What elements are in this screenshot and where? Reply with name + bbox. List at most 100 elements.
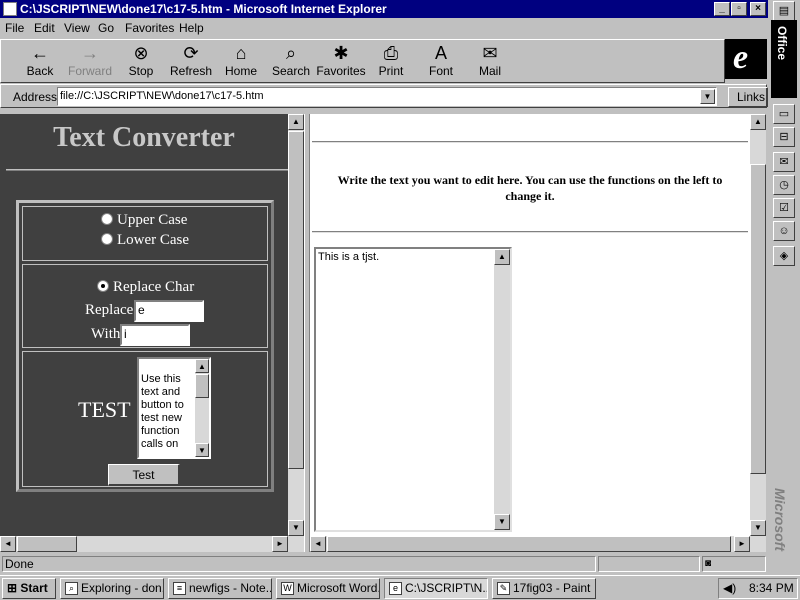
- forward-arrow-icon: →: [81, 43, 99, 63]
- task-icon[interactable]: ☑: [773, 198, 795, 218]
- word-icon: W: [281, 582, 294, 595]
- test-cell: TEST Use this text and button to test ne…: [22, 351, 268, 487]
- scroll-down-icon[interactable]: ▼: [494, 514, 510, 530]
- left-frame-hscrollbar[interactable]: ◄ ►: [0, 536, 304, 552]
- message-icon[interactable]: ✉: [773, 152, 795, 172]
- test-button[interactable]: Test: [108, 464, 180, 486]
- task-internet-explorer[interactable]: e C:\JSCRIPT\N...: [384, 578, 488, 599]
- test-textarea[interactable]: Use this text and button to test new fun…: [137, 357, 211, 459]
- scroll-up-icon[interactable]: ▲: [195, 359, 209, 373]
- mail-button[interactable]: ✉ Mail: [465, 42, 515, 82]
- refresh-button[interactable]: ⟳ Refresh: [166, 42, 216, 82]
- office-logo-text: Office: [775, 26, 789, 61]
- zone-panel: ◙: [702, 556, 766, 572]
- menu-go[interactable]: Go: [98, 21, 114, 35]
- window-title-bar[interactable]: C:\JSCRIPT\NEW\done17\c17-5.htm - Micros…: [0, 0, 768, 18]
- right-frame-scrollbar[interactable]: ▲ ▼: [750, 114, 766, 536]
- scroll-down-icon[interactable]: ▼: [195, 443, 209, 457]
- page-title: Text Converter: [53, 122, 235, 153]
- replace-input[interactable]: e: [134, 300, 204, 322]
- office-logo[interactable]: Office: [771, 20, 797, 98]
- printer-icon: ⎙: [383, 43, 399, 63]
- maximize-button[interactable]: ▫: [731, 2, 747, 16]
- left-frame-scrollbar[interactable]: ▲ ▼: [288, 114, 304, 536]
- replace-label: Replace: [85, 302, 134, 318]
- back-button[interactable]: ← Back: [15, 42, 65, 82]
- notebook-icon[interactable]: ◈: [773, 246, 795, 266]
- close-button[interactable]: ×: [750, 2, 766, 16]
- start-button[interactable]: ⊞ Start: [2, 578, 56, 599]
- search-icon: ⌕: [285, 43, 297, 63]
- minimize-button[interactable]: _: [714, 2, 730, 16]
- address-input[interactable]: file://C:\JSCRIPT\NEW\done17\c17-5.htm ▼: [57, 87, 717, 106]
- speaker-icon[interactable]: ◀): [723, 579, 736, 598]
- ie-logo-icon: e: [733, 39, 749, 76]
- task-word[interactable]: W Microsoft Word...: [276, 578, 380, 599]
- menu-view[interactable]: View: [64, 21, 90, 35]
- print-label: Print: [378, 64, 404, 78]
- lower-case-radio[interactable]: [101, 233, 113, 245]
- address-dropdown-arrow-icon[interactable]: ▼: [700, 89, 715, 104]
- scroll-down-icon[interactable]: ▼: [288, 520, 304, 536]
- print-button[interactable]: ⎙ Print: [366, 42, 416, 82]
- left-frame: Text Converter Upper Case Lower Case Rep…: [0, 114, 288, 536]
- with-input[interactable]: i: [120, 324, 190, 346]
- top-divider: [312, 141, 748, 143]
- scroll-right-icon[interactable]: ►: [272, 536, 288, 552]
- search-button[interactable]: ⌕ Search: [266, 42, 316, 82]
- scroll-right-icon[interactable]: ►: [734, 536, 750, 552]
- scroll-down-icon[interactable]: ▼: [750, 520, 766, 536]
- test-textarea-scrollbar[interactable]: ▲ ▼: [195, 359, 209, 457]
- explorer-icon: ⌕: [65, 582, 78, 595]
- home-icon: ⌂: [235, 43, 247, 63]
- menu-help[interactable]: Help: [179, 21, 204, 35]
- scroll-up-icon[interactable]: ▲: [288, 114, 304, 130]
- ie-icon: e: [389, 582, 402, 595]
- upper-case-radio[interactable]: [101, 213, 113, 225]
- scroll-thumb[interactable]: [288, 131, 304, 469]
- stop-button[interactable]: ⊗ Stop: [116, 42, 166, 82]
- menu-file[interactable]: File: [5, 21, 24, 35]
- scroll-thumb[interactable]: [750, 164, 766, 474]
- right-frame-hscrollbar[interactable]: ◄ ►: [310, 536, 766, 552]
- lower-case-option[interactable]: Lower Case: [101, 232, 189, 249]
- open-document-icon[interactable]: ⊟: [773, 127, 795, 147]
- forward-button[interactable]: → Forward: [65, 42, 115, 82]
- office-menu-icon[interactable]: ▤: [773, 1, 795, 21]
- new-document-icon[interactable]: ▭: [773, 104, 795, 124]
- contact-icon[interactable]: ☺: [773, 221, 795, 241]
- menu-edit[interactable]: Edit: [34, 21, 55, 35]
- stop-label: Stop: [128, 64, 154, 78]
- appointment-icon[interactable]: ◷: [773, 175, 795, 195]
- font-label: Font: [428, 64, 453, 78]
- microsoft-wordmark: Microsoft: [772, 488, 788, 551]
- task-exploring[interactable]: ⌕ Exploring - don...: [60, 578, 164, 599]
- replace-char-option[interactable]: Replace Char: [97, 279, 194, 296]
- task-paint[interactable]: ✎ 17fig03 - Paint: [492, 578, 596, 599]
- ie-app-icon[interactable]: [3, 2, 17, 16]
- office-shortcut-bar: ▤ Office ▭ ⊟ ✉ ◷ ☑ ☺ ◈ Microsoft: [768, 0, 800, 575]
- font-button[interactable]: A Font: [416, 42, 466, 82]
- zone-icon: ◙: [705, 558, 712, 569]
- replace-char-radio[interactable]: [97, 280, 109, 292]
- scroll-thumb[interactable]: [17, 536, 77, 552]
- scroll-left-icon[interactable]: ◄: [310, 536, 326, 552]
- scroll-thumb[interactable]: [195, 374, 209, 398]
- home-button[interactable]: ⌂ Home: [216, 42, 266, 82]
- replace-char-label: Replace Char: [113, 279, 195, 295]
- windows-logo-icon: ⊞: [7, 581, 18, 595]
- scroll-thumb[interactable]: [327, 536, 731, 552]
- links-button[interactable]: Links: [728, 87, 768, 107]
- right-frame: Write the text you want to edit here. Yo…: [310, 114, 750, 536]
- favorites-button[interactable]: ✱ Favorites: [316, 42, 366, 82]
- edit-textarea-scrollbar[interactable]: ▲ ▼: [494, 249, 510, 530]
- edit-textarea[interactable]: This is a tjst. ▲ ▼: [314, 247, 512, 532]
- with-label: With: [91, 326, 121, 342]
- upper-case-option[interactable]: Upper Case: [101, 212, 187, 229]
- menu-favorites[interactable]: Favorites: [125, 21, 174, 35]
- scroll-left-icon[interactable]: ◄: [0, 536, 16, 552]
- clock[interactable]: 8:34 PM: [749, 579, 794, 598]
- task-notepad[interactable]: ≡ newfigs - Note...: [168, 578, 272, 599]
- scroll-up-icon[interactable]: ▲: [494, 249, 510, 265]
- scroll-up-icon[interactable]: ▲: [750, 114, 766, 130]
